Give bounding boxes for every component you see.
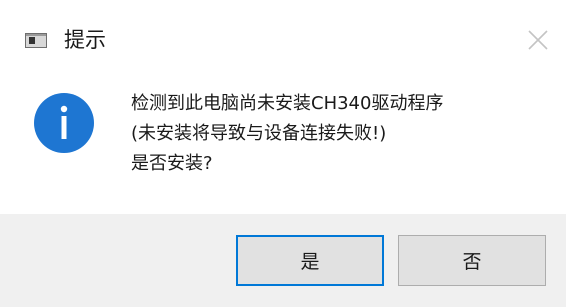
button-bar: 是 否 <box>0 214 566 307</box>
close-button[interactable] <box>520 22 556 58</box>
info-icon <box>33 92 95 158</box>
dialog-content: 检测到此电脑尚未安装CH340驱动程序 (未安装将导致与设备连接失败!) 是否安… <box>0 84 566 214</box>
yes-button[interactable]: 是 <box>236 235 384 286</box>
no-button[interactable]: 否 <box>398 235 546 286</box>
message-dialog: 提示 检测到此电脑尚未安装CH340驱动程序 (未安装将导致与设备连接失败!) … <box>0 0 566 307</box>
close-icon <box>528 30 548 50</box>
message-line: 检测到此电脑尚未安装CH340驱动程序 <box>131 93 444 114</box>
dialog-title: 提示 <box>64 28 106 52</box>
message-line: (未安装将导致与设备连接失败!) <box>131 123 387 144</box>
title-bar[interactable]: 提示 <box>0 0 566 84</box>
app-window-icon <box>25 33 47 48</box>
message-text: 检测到此电脑尚未安装CH340驱动程序 (未安装将导致与设备连接失败!) 是否安… <box>131 89 443 179</box>
message-line: 是否安装? <box>131 153 213 174</box>
